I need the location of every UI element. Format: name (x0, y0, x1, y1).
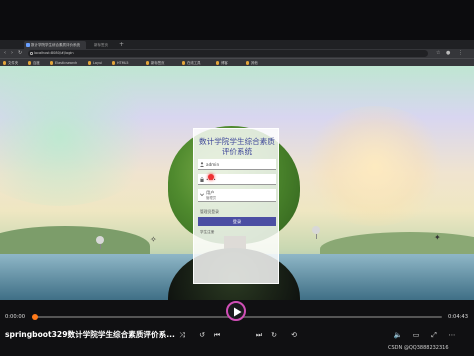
tab-bar: 数计学院学生综合素质评价系统 新标签页 + (0, 40, 474, 49)
chevron-down-icon (200, 193, 204, 197)
tab-new-page[interactable]: 新标签页 (87, 41, 117, 49)
volume-icon[interactable]: 🔈 (392, 330, 404, 340)
star-icon[interactable]: ☆ (436, 50, 440, 57)
login-form: 数计学院学生综合素质评价系统 admin •••• 用户 管理员 管理员登录 登… (193, 128, 279, 284)
mouse-cursor-indicator (208, 174, 214, 180)
lock-icon (200, 177, 204, 182)
back-icon[interactable]: ‹ (4, 50, 6, 57)
role-hint: 管理员登录 (200, 209, 219, 214)
replay-icon[interactable]: ↺ (196, 330, 208, 340)
balloon-icon (96, 236, 104, 249)
forward-icon[interactable]: ↻ (268, 330, 280, 340)
watermark: CSDN @QQ3888232316 (388, 345, 449, 351)
user-icon (200, 162, 204, 167)
register-link[interactable]: 学生注册 (200, 230, 214, 235)
tab-active[interactable]: 数计学院学生综合素质评价系统 (24, 41, 86, 49)
play-icon (234, 307, 242, 317)
new-tab-button[interactable]: + (119, 41, 124, 49)
username-value: admin (206, 162, 220, 167)
total-time: 0:04:43 (448, 314, 468, 320)
video-frame: 数计学院学生综合素质评价系统 新标签页 + ‹ › ↻ localhost:80… (0, 0, 474, 356)
previous-icon[interactable]: ⏮ (211, 330, 223, 340)
progress-knob[interactable] (32, 313, 38, 320)
more-icon[interactable]: ⋯ (446, 330, 458, 340)
lock-icon (29, 51, 33, 55)
url-field[interactable]: localhost:8080/#/login (28, 50, 428, 57)
video-title: springboot329数计学院学生综合素质评价系... (5, 330, 175, 339)
profile-icon[interactable]: ● (446, 50, 450, 57)
bookmarks-bar: 文件夹 百度 Elasticsearch Layui HTML5 新标签页 在线… (0, 58, 474, 66)
url-text: localhost:8080/#/login (34, 51, 74, 55)
login-button[interactable]: 登录 (198, 217, 276, 226)
address-bar: ‹ › ↻ localhost:8080/#/login ☆ ● ⋮ (0, 49, 474, 58)
play-button[interactable] (226, 301, 246, 321)
shuffle-icon[interactable]: ⤨ (176, 330, 188, 340)
reload-icon[interactable]: ↻ (18, 50, 22, 57)
next-icon[interactable]: ⏭ (253, 330, 265, 340)
favicon-icon (26, 43, 30, 47)
role-option[interactable]: 管理员 (206, 195, 216, 201)
tab-label: 数计学院学生综合素质评价系统 (31, 43, 80, 47)
current-time: 0:00:00 (5, 314, 25, 320)
background-haze (0, 66, 160, 206)
balloon-icon (312, 226, 320, 239)
login-page: ✦ ✧ 数计学院学生综合素质评价系统 admin •••• 用户 管理员 管理员… (0, 66, 474, 300)
bird-icon: ✦ (434, 233, 441, 242)
fullscreen-icon[interactable]: ⤢ (428, 330, 440, 340)
tab-label: 新标签页 (94, 43, 108, 47)
username-field[interactable]: admin (198, 159, 276, 170)
repeat-icon[interactable]: ⟲ (288, 330, 300, 340)
background-sun (300, 106, 450, 226)
menu-icon[interactable]: ⋮ (458, 50, 463, 57)
system-title: 数计学院学生综合素质评价系统 (199, 137, 275, 156)
role-select[interactable]: 用户 管理员 (198, 189, 276, 202)
bird-icon: ✧ (150, 235, 157, 244)
forward-icon[interactable]: › (11, 50, 13, 57)
cast-icon[interactable]: ▭ (410, 330, 422, 340)
